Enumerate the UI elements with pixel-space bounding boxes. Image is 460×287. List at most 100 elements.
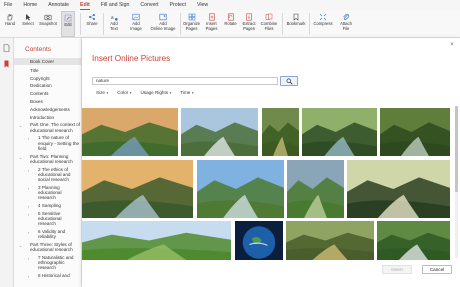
menu-home[interactable]: Home (23, 0, 37, 10)
camera-icon (44, 13, 52, 21)
contents-item[interactable]: Copyright (14, 75, 81, 81)
compress-button[interactable]: Compress (313, 11, 333, 27)
filter-color[interactable]: Color ▾ (117, 90, 131, 95)
search-input[interactable]: nature (92, 77, 278, 85)
contents-item[interactable]: ⌄ Part Three: Styles of educational resea… (14, 242, 81, 252)
contents-item-label: Title (30, 67, 39, 73)
filter-size[interactable]: Size ▾ (96, 90, 108, 95)
edit-button[interactable]: Edit (61, 11, 75, 37)
chevron-right-icon[interactable]: › (26, 168, 31, 173)
online-image-icon (159, 13, 167, 21)
filter-usage-rights[interactable]: Usage Rights ▾ (140, 90, 171, 95)
add-online-image-button[interactable]: Add Online Image (149, 11, 177, 31)
contents-item[interactable]: Boxes (14, 99, 81, 104)
attach-file-button[interactable]: Attach File (338, 11, 354, 31)
select-tool-button[interactable]: Select (21, 11, 35, 27)
rotate-button[interactable]: Rotate (223, 11, 238, 27)
hand-tool-button[interactable]: Hand (4, 11, 16, 27)
contents-item[interactable]: › 6 Validity and reliability (14, 229, 81, 239)
image-result-lake-sunset[interactable] (82, 108, 178, 156)
chevron-down-icon[interactable]: ⌄ (18, 123, 23, 128)
contents-item-label: 5 Sensitive educational research (38, 210, 62, 227)
ribbon-toolbar: Hand Select Snapshot Edit Share a Add Te… (0, 10, 460, 38)
image-result-waterfall-rocks[interactable] (181, 108, 258, 156)
search-button[interactable] (280, 76, 298, 86)
contents-item[interactable]: Book Cover (14, 58, 81, 66)
scrollbar-thumb[interactable] (455, 106, 458, 192)
add-online-label-2: Online Image (150, 25, 176, 31)
search-icon (286, 78, 293, 85)
ribbon-divider (103, 13, 104, 35)
share-button[interactable]: Share (85, 11, 99, 27)
contents-item[interactable]: › 2 The ethics of educational and social … (14, 167, 81, 183)
insert-button[interactable]: Insert (382, 265, 412, 274)
menu-view[interactable]: View (197, 0, 208, 10)
dialog-title: Insert Online Pictures (92, 54, 171, 63)
image-result-earth-globe[interactable] (235, 221, 283, 260)
contents-item[interactable]: Acknowledgements (14, 107, 81, 112)
chevron-right-icon[interactable]: › (26, 212, 31, 217)
image-result-green-hills[interactable] (82, 221, 231, 260)
bookmark-button[interactable]: Bookmark (285, 11, 307, 27)
contents-item[interactable]: › 1 The nature of enquiry - Setting the f… (14, 135, 81, 151)
menu-protect[interactable]: Protect (170, 0, 186, 10)
bookmarks-panel-icon[interactable] (3, 60, 10, 68)
chevron-right-icon[interactable]: › (26, 136, 31, 141)
chevron-down-icon[interactable]: ⌄ (18, 155, 23, 160)
chevron-right-icon[interactable]: › (26, 186, 31, 191)
chevron-down-icon: ▾ (169, 90, 172, 95)
chevron-right-icon[interactable]: › (26, 256, 31, 261)
image-result-autumn-forest[interactable] (286, 221, 374, 260)
image-result-mountain-lake-sunrise[interactable] (82, 160, 193, 218)
combine-label-2: Files (264, 25, 274, 31)
insert-online-pictures-dialog: × Insert Online Pictures nature Size ▾ Co… (82, 38, 460, 287)
image-result-tropical-waterfall[interactable] (377, 221, 450, 260)
pages-panel-icon[interactable] (3, 44, 10, 52)
extract-pages-button[interactable]: Extract Pages (240, 11, 258, 31)
contents-item[interactable]: ⌄ Part Two: Planning educational research (14, 153, 81, 164)
contents-item[interactable]: › 7 Naturalistic and ethnographic researc… (14, 255, 81, 271)
contents-item[interactable]: › 8 Historical and (14, 273, 81, 279)
add-image-button[interactable]: Add Image (127, 11, 145, 31)
menu-fill-and-sign[interactable]: Fill and Sign (101, 0, 130, 10)
extract-pages-icon (245, 13, 253, 21)
image-result-mossy-stream[interactable] (380, 108, 450, 156)
insert-pages-button[interactable]: Insert Pages (203, 11, 220, 31)
contents-item-label: Copyright (30, 75, 50, 81)
contents-item-label: Part Two: Planning educational research (30, 153, 73, 164)
filter-time[interactable]: Time ▾ (180, 90, 193, 95)
combine-files-button[interactable]: Combine Files (259, 11, 279, 31)
contents-title: Contents (25, 46, 52, 53)
image-result-people-in-forest[interactable] (347, 160, 450, 218)
chevron-right-icon[interactable]: › (26, 230, 31, 235)
contents-item[interactable]: Title (14, 67, 81, 73)
bookmark-label: Bookmark (286, 21, 306, 26)
results-scrollbar[interactable] (455, 106, 458, 258)
organize-pages-icon (188, 13, 196, 21)
menu-annotate[interactable]: Annotate (48, 0, 69, 10)
image-result-forest-river[interactable] (302, 108, 377, 156)
contents-item[interactable]: › 3 Planning educational research (14, 185, 81, 201)
cancel-button[interactable]: Cancel (422, 265, 452, 274)
contents-item[interactable]: Contents (14, 91, 81, 96)
filter-bar: Size ▾ Color ▾ Usage Rights ▾ Time ▾ (96, 90, 203, 95)
menu-convert[interactable]: Convert (140, 0, 158, 10)
menu-file[interactable]: File (4, 0, 12, 10)
contents-item[interactable]: Dedication (14, 83, 81, 88)
chevron-down-icon[interactable]: ⌄ (18, 243, 23, 248)
contents-item[interactable]: Introduction (14, 115, 81, 120)
contents-item[interactable]: › 5 Sensitive educational research (14, 210, 81, 227)
snapshot-button[interactable]: Snapshot (39, 11, 57, 27)
image-result-forest-path[interactable] (262, 108, 299, 156)
chevron-right-icon[interactable]: › (26, 204, 31, 209)
menu-edit[interactable]: Edit (79, 0, 90, 10)
add-text-button[interactable]: a Add Text (106, 11, 122, 31)
image-result-alpine-river-valley[interactable] (197, 160, 284, 218)
organize-pages-button[interactable]: Organize Pages (182, 11, 201, 31)
image-result-green-valley[interactable] (287, 160, 344, 218)
contents-item[interactable]: › 4 Sampling (14, 203, 81, 209)
contents-item[interactable]: ⌄ Part One: The context of educational re… (14, 122, 81, 132)
ribbon-divider (180, 13, 181, 35)
close-icon[interactable]: × (449, 42, 455, 48)
chevron-right-icon[interactable]: › (26, 274, 31, 279)
